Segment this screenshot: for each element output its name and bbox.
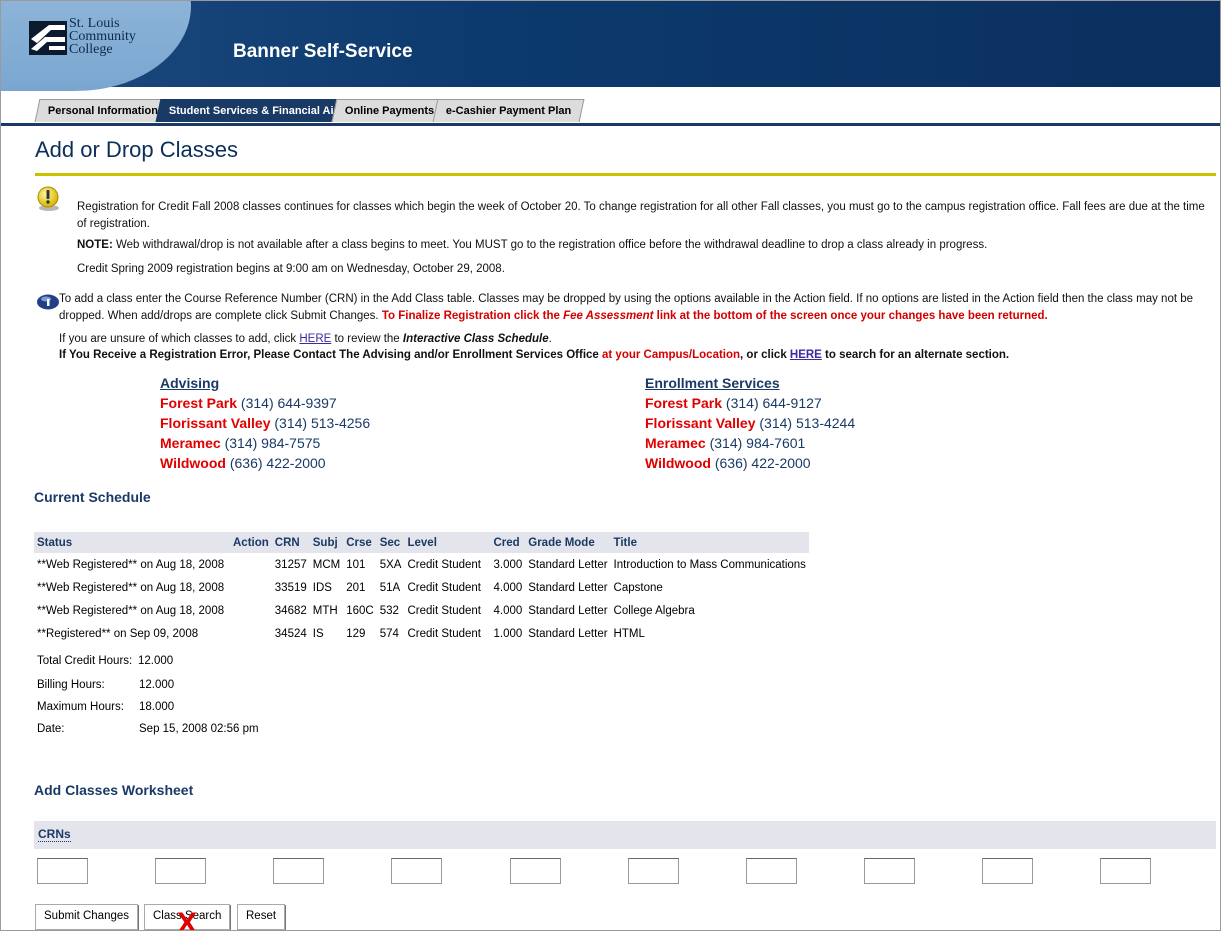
enrollment-contacts: Enrollment Services Forest Park (314) 64… (645, 375, 855, 475)
tab-bar: Personal Information Student Services & … (1, 97, 1220, 126)
red-x-annotation: X (177, 907, 198, 931)
header-banner: St. Louis Community College Banner Self-… (1, 1, 1220, 91)
table-row: **Web Registered** on Aug 18, 2008 33519 I… (37, 581, 663, 594)
crn-input-8[interactable] (864, 858, 915, 884)
enrollment-heading[interactable]: Enrollment Services (645, 375, 855, 395)
exclamation-icon (37, 186, 59, 211)
college-logo[interactable]: St. Louis Community College (29, 17, 189, 57)
class-schedule-here-link[interactable]: HERE (299, 333, 331, 345)
crn-input-1[interactable] (37, 858, 88, 884)
table-row: **Web Registered** on Aug 18, 2008 34682 M… (37, 604, 695, 617)
campus-location-text: at your Campus/Location (602, 349, 741, 361)
crn-input-9[interactable] (982, 858, 1033, 884)
billing-hours: Billing Hours: 12.000 (37, 679, 175, 691)
spring-registration-notice: Credit Spring 2009 registration begins a… (77, 263, 505, 275)
col-action: Action (230, 532, 272, 553)
maximum-hours: Maximum Hours: 18.000 (37, 701, 175, 713)
col-status: Status (34, 532, 230, 553)
crn-label: CRNs (38, 827, 71, 842)
schedule-date: Date: Sep 15, 2008 02:56 pm (37, 723, 259, 735)
crn-input-6[interactable] (628, 858, 679, 884)
advising-contacts: Advising Forest Park (314) 644-9397 Flor… (160, 375, 370, 475)
col-crse: Crse (343, 532, 377, 553)
advising-row: Forest Park (314) 644-9397 (160, 395, 337, 411)
col-cred: Cred (490, 532, 526, 553)
total-credit-hours: Total Credit Hours: 12.000 (37, 655, 174, 667)
browser-page: St. Louis Community College Banner Self-… (0, 0, 1221, 931)
tab-online-payments[interactable]: Online Payments (331, 99, 448, 122)
registration-error-line: If You Receive a Registration Error, Ple… (59, 349, 1010, 361)
alternate-section-here-link[interactable]: HERE (790, 349, 822, 361)
crn-input-10[interactable] (1100, 858, 1151, 884)
college-name: St. Louis Community College (69, 17, 136, 57)
title-divider (35, 173, 1216, 176)
crn-input-5[interactable] (510, 858, 561, 884)
finalize-notice: To Finalize Registration click the Fee A… (381, 310, 1048, 322)
crn-input-4[interactable] (391, 858, 442, 884)
col-subj: Subj (309, 532, 344, 553)
col-crn: CRN (271, 532, 310, 553)
submit-changes-button[interactable]: Submit Changes (35, 904, 139, 930)
tab-ecashier-payment-plan[interactable]: e-Cashier Payment Plan (432, 99, 585, 122)
table-row: **Web Registered** on Aug 18, 2008 31257 M… (37, 558, 806, 571)
enrollment-row: Forest Park (314) 644-9127 (645, 395, 822, 411)
col-level: Level (404, 532, 491, 553)
col-grade-mode: Grade Mode (525, 532, 611, 553)
advising-row: Meramec (314) 984-7575 (160, 435, 321, 451)
fall-registration-notice: Registration for Credit Fall 2008 classe… (77, 201, 1205, 230)
enrollment-row: Meramec (314) 984-7601 (645, 435, 806, 451)
schedule-table: Status Action CRN Subj Crse Sec Level Cr… (34, 532, 809, 645)
crn-header: CRNs (34, 821, 1216, 849)
app-title: Banner Self-Service (233, 41, 413, 62)
tab-student-services[interactable]: Student Services & Financial Aid (155, 99, 354, 122)
page-title: Add or Drop Classes (35, 137, 238, 162)
logo-line-3: College (69, 42, 113, 57)
reset-button[interactable]: Reset (237, 904, 286, 930)
note-text: Web withdrawal/drop is not available aft… (112, 239, 988, 251)
interactive-class-schedule-label: Interactive Class Schedule (402, 333, 549, 345)
enrollment-row: Florissant Valley (314) 513-4244 (645, 415, 856, 431)
table-row: **Registered** on Sep 09, 2008 34524 IS 129… (37, 627, 645, 640)
crn-input-2[interactable] (155, 858, 206, 884)
crn-input-3[interactable] (273, 858, 324, 884)
advising-heading[interactable]: Advising (160, 375, 370, 395)
add-classes-heading: Add Classes Worksheet (34, 782, 194, 798)
college-logo-icon (29, 21, 67, 55)
enrollment-row: Wildwood (636) 422-2000 (645, 455, 811, 471)
tab-personal-information[interactable]: Personal Information (34, 99, 172, 122)
crn-input-7[interactable] (746, 858, 797, 884)
schedule-header-row: Status Action CRN Subj Crse Sec Level Cr… (34, 532, 809, 553)
unsure-line: If you are unsure of which classes to ad… (59, 333, 552, 345)
add-class-instructions: To add a class enter the Course Referenc… (59, 291, 1216, 325)
current-schedule-heading: Current Schedule (34, 489, 151, 505)
col-sec: Sec (376, 532, 405, 553)
col-title: Title (610, 532, 809, 553)
fee-assessment-reference: Fee Assessment (563, 310, 654, 322)
note-label: NOTE: (77, 239, 113, 251)
advising-row: Wildwood (636) 422-2000 (160, 455, 326, 471)
advising-row: Florissant Valley (314) 513-4256 (160, 415, 371, 431)
withdrawal-note: NOTE: Web withdrawal/drop is not availab… (77, 237, 1212, 254)
